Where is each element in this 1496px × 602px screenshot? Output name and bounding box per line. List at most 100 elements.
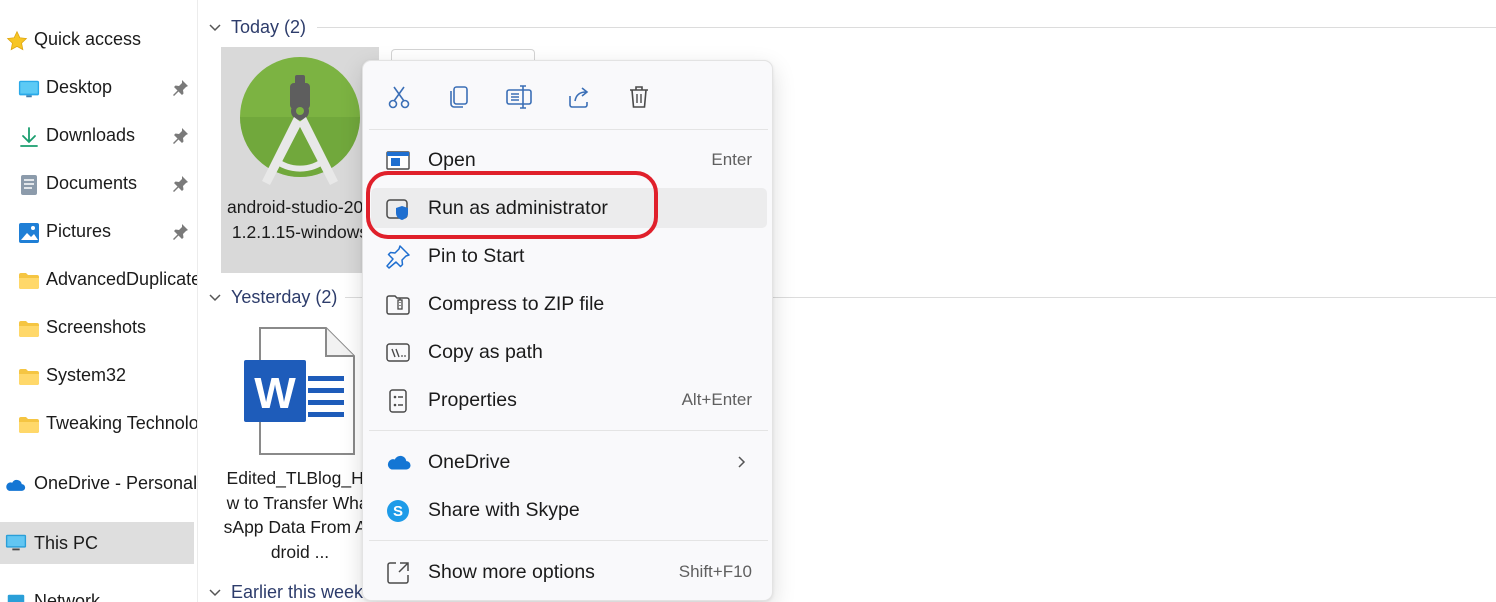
- menu-separator: [369, 129, 768, 130]
- sidebar-item-label: This PC: [34, 533, 99, 553]
- menu-item-label: OneDrive: [428, 451, 511, 473]
- path-icon: [385, 340, 411, 366]
- menu-item-share-with-skype[interactable]: S Share with Skype: [371, 490, 767, 530]
- word-document-icon: W: [221, 324, 379, 464]
- menu-item-label: Run as administrator: [428, 197, 608, 219]
- open-window-icon: [385, 148, 411, 174]
- sidebar-item-label: Network: [34, 591, 101, 602]
- group-header-label: Yesterday (2): [231, 286, 338, 307]
- sidebar-item-downloads[interactable]: Downloads: [0, 116, 197, 156]
- sidebar-item-desktop[interactable]: Desktop: [0, 68, 197, 108]
- menu-item-run-as-administrator[interactable]: Run as administrator: [371, 188, 767, 228]
- group-header-label: Today (2): [231, 16, 307, 37]
- group-header-today[interactable]: Today (2): [207, 16, 306, 38]
- sidebar-item-label: Documents: [46, 173, 138, 193]
- menu-item-open[interactable]: Open Enter: [371, 140, 767, 180]
- menu-item-compress-to-zip[interactable]: Compress to ZIP file: [371, 284, 767, 324]
- folder-icon: [18, 318, 40, 340]
- share-button[interactable]: [561, 79, 597, 115]
- menu-separator: [369, 540, 768, 541]
- shortcut-text: Shift+F10: [678, 562, 752, 581]
- android-studio-icon: [221, 47, 379, 195]
- sidebar-item-tweaking-technologies[interactable]: Tweaking Technolo: [0, 404, 198, 444]
- sidebar-item-network[interactable]: Network: [0, 582, 197, 602]
- sidebar-item-this-pc[interactable]: This PC: [0, 522, 194, 564]
- pin-icon[interactable]: [170, 222, 190, 242]
- menu-item-pin-to-start[interactable]: Pin to Start: [371, 236, 767, 276]
- trash-icon: [630, 86, 648, 108]
- document-icon: [18, 174, 40, 196]
- group-header-label: Earlier this week: [231, 581, 364, 602]
- sidebar-item-label: Quick access: [34, 29, 142, 49]
- sidebar-item-label: Desktop: [46, 77, 113, 97]
- sidebar-item-system32[interactable]: System32: [0, 356, 197, 396]
- pin-icon: [385, 244, 411, 270]
- menu-item-copy-as-path[interactable]: Copy as path: [371, 332, 767, 372]
- navigation-pane: Quick access Desktop Downloads Documents: [0, 0, 198, 602]
- sidebar-item-screenshots[interactable]: Screenshots: [0, 308, 197, 348]
- menu-item-show-more-options[interactable]: Show more options Shift+F10: [371, 552, 767, 592]
- zip-folder-icon: [385, 292, 411, 318]
- svg-text:S: S: [393, 503, 403, 520]
- menu-item-label: Share with Skype: [428, 499, 580, 521]
- delete-button[interactable]: [621, 79, 657, 115]
- cloud-icon: [4, 474, 26, 496]
- file-tile-android-studio[interactable]: android-studio-2021.2.1.15-windows: [221, 47, 379, 273]
- menu-item-onedrive[interactable]: OneDrive: [371, 442, 767, 482]
- sidebar-item-label: Tweaking Technolo: [46, 413, 198, 433]
- menu-item-label: Properties: [428, 389, 517, 411]
- copy-button[interactable]: [441, 79, 477, 115]
- rename-button[interactable]: [501, 79, 537, 115]
- pin-icon[interactable]: [170, 174, 190, 194]
- sidebar-item-label: OneDrive - Personal: [34, 473, 198, 493]
- sidebar-item-quick-access[interactable]: Quick access: [0, 20, 197, 60]
- menu-item-label: Show more options: [428, 561, 595, 583]
- skype-icon: S: [385, 498, 411, 524]
- star-icon: [6, 30, 28, 52]
- sidebar-item-label: Pictures: [46, 221, 112, 241]
- chevron-down-icon: [209, 294, 221, 302]
- scissors-icon: [388, 86, 410, 109]
- pin-icon[interactable]: [170, 126, 190, 146]
- sidebar-item-label: Downloads: [46, 125, 136, 145]
- sidebar-item-label: AdvancedDuplicate: [46, 269, 198, 289]
- sidebar-item-documents[interactable]: Documents: [0, 164, 197, 204]
- sidebar-item-advancedduplicate[interactable]: AdvancedDuplicate: [0, 260, 198, 300]
- sidebar-item-label: System32: [46, 365, 127, 385]
- folder-icon: [18, 270, 40, 292]
- folder-icon: [18, 366, 40, 388]
- copy-icon: [450, 86, 468, 108]
- admin-shield-icon: [385, 196, 411, 222]
- properties-icon: [385, 388, 411, 414]
- chevron-down-icon: [209, 24, 221, 32]
- monitor-icon: [5, 532, 27, 554]
- cloud-icon: [385, 450, 411, 476]
- svg-text:W: W: [254, 369, 296, 418]
- shortcut-text: Alt+Enter: [681, 390, 752, 409]
- sidebar-item-pictures[interactable]: Pictures: [0, 212, 197, 252]
- group-divider: [317, 27, 1496, 28]
- menu-item-properties[interactable]: Properties Alt+Enter: [371, 380, 767, 420]
- menu-separator: [369, 430, 768, 431]
- group-header-earlier-this-week[interactable]: Earlier this week: [207, 581, 363, 602]
- menu-item-label: Pin to Start: [428, 245, 525, 267]
- group-header-yesterday[interactable]: Yesterday (2): [207, 286, 337, 308]
- chevron-down-icon: [209, 589, 221, 597]
- sidebar-item-label: Screenshots: [46, 317, 147, 337]
- expand-window-icon: [385, 560, 411, 586]
- context-menu: Open Enter Run as administrator Pin to S…: [362, 60, 773, 601]
- file-name: android-studio-2021.2.1.15-windows: [227, 197, 373, 242]
- file-tile-word-document[interactable]: W Edited_TLBlog_How to Transfer WhatsApp…: [221, 324, 379, 568]
- menu-item-label: Compress to ZIP file: [428, 293, 605, 315]
- rename-icon: [506, 85, 532, 109]
- pictures-icon: [18, 222, 40, 244]
- desktop-icon: [18, 78, 40, 100]
- cut-button[interactable]: [381, 79, 417, 115]
- download-arrow-icon: [18, 126, 40, 148]
- pin-icon[interactable]: [170, 78, 190, 98]
- sidebar-item-onedrive[interactable]: OneDrive - Personal: [0, 464, 198, 504]
- context-menu-toolbar: [363, 61, 772, 129]
- network-icon: [5, 592, 27, 602]
- shortcut-text: Enter: [711, 150, 752, 169]
- chevron-right-icon: [738, 456, 746, 468]
